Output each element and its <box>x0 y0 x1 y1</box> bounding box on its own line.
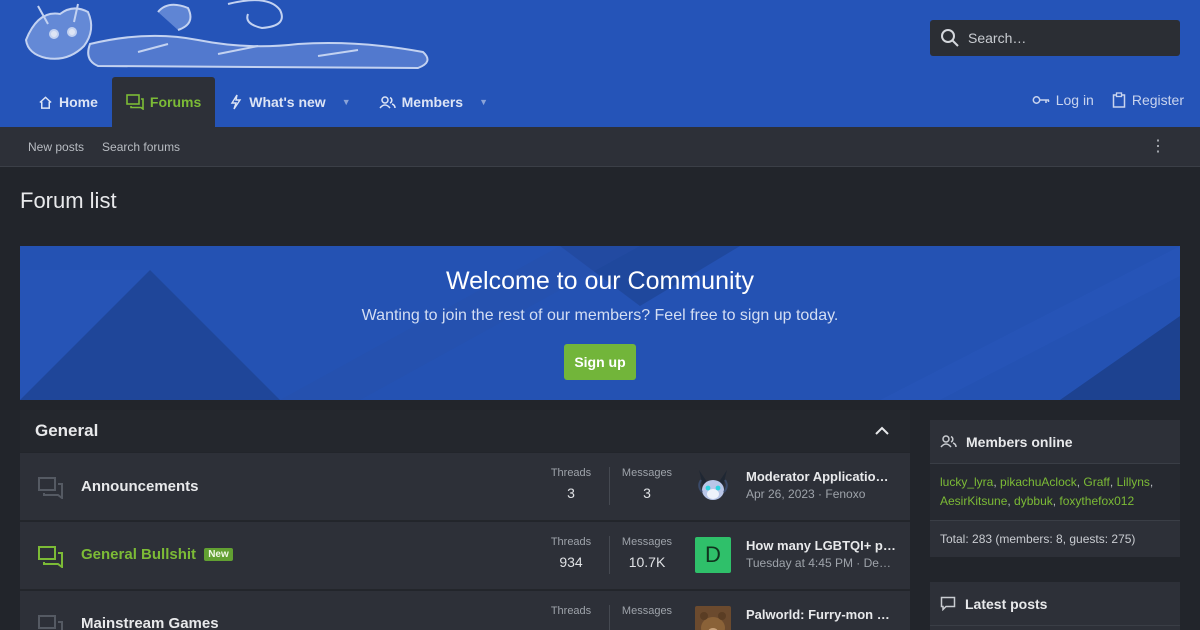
member-link[interactable]: dybbuk <box>1014 494 1053 508</box>
member-link[interactable]: Graff <box>1083 475 1109 489</box>
messages-stat: Messages 10.7K <box>612 536 682 570</box>
avatar[interactable] <box>695 468 731 504</box>
forum-read-icon <box>38 477 63 499</box>
online-members-list: lucky_lyra, pikachuAclock, Graff, Lillyn… <box>930 464 1180 520</box>
threads-stat: Threads 934 <box>536 536 606 570</box>
member-link[interactable]: AesirKitsune <box>940 494 1007 508</box>
login-link[interactable]: Log in <box>1032 92 1094 108</box>
last-post-meta: Tuesday at 4:45 PM · De… <box>746 556 891 570</box>
search-forums-link[interactable]: Search forums <box>102 140 180 154</box>
nav-tab-forums[interactable]: Forums <box>111 77 216 127</box>
forum-row: Mainstream Games Threads Messages Palwor… <box>20 591 910 630</box>
forum-title[interactable]: Announcements <box>81 478 199 495</box>
forums-icon <box>126 94 144 110</box>
member-link[interactable]: Lillyns <box>1117 475 1150 489</box>
messages-label: Messages <box>621 605 673 617</box>
avatar[interactable]: D <box>695 537 731 573</box>
messages-count: 10.7K <box>628 554 666 570</box>
login-label: Log in <box>1055 92 1094 108</box>
register-label: Register <box>1131 92 1184 108</box>
members-total: Total: 283 (members: 8, guests: 275) <box>930 520 1180 557</box>
welcome-title: Welcome to our Community <box>446 267 754 295</box>
forum-title[interactable]: Mainstream Games <box>81 615 219 630</box>
nav-tab-members[interactable]: Members ▼ <box>365 77 502 127</box>
latest-posts-block: Latest posts <box>930 582 1180 630</box>
forum-row: General Bullshit New Threads 934 Message… <box>20 522 910 590</box>
members-online-block: Members online lucky_lyra, pikachuAclock… <box>930 420 1180 557</box>
more-options-icon[interactable]: ⋮ <box>1150 137 1166 157</box>
chevron-down-icon[interactable]: ▼ <box>342 97 351 107</box>
last-post-title[interactable]: Moderator Application… <box>746 469 896 484</box>
welcome-banner: Welcome to our Community Wanting to join… <box>20 246 1180 400</box>
messages-count: 3 <box>643 485 651 501</box>
threads-count: 3 <box>567 485 575 501</box>
chevron-down-icon[interactable]: ▼ <box>479 97 488 107</box>
main-nav: Home Forums What's new ▼ Members ▼ <box>24 77 502 127</box>
messages-stat: Messages <box>612 605 682 623</box>
messages-stat: Messages 3 <box>612 467 682 501</box>
stat-divider <box>609 605 610 630</box>
new-badge: New <box>204 548 233 561</box>
new-posts-link[interactable]: New posts <box>28 140 84 154</box>
category-title[interactable]: General <box>35 421 98 441</box>
member-link[interactable]: pikachuAclock <box>1000 475 1077 489</box>
members-online-header: Members online <box>930 420 1180 464</box>
nav-tab-whats-new-label: What's new <box>249 94 326 110</box>
last-post-title[interactable]: How many LGBTQI+ p… <box>746 538 896 553</box>
members-online-title[interactable]: Members online <box>966 434 1073 450</box>
site-logo-banner[interactable] <box>18 0 438 72</box>
forum-title-row[interactable]: General Bullshit New <box>81 546 233 563</box>
stat-divider <box>609 467 610 505</box>
last-post-title[interactable]: Palworld: Furry-mon … <box>746 607 896 622</box>
messages-label: Messages <box>621 467 673 479</box>
forum-row: Announcements Threads 3 Messages 3 Moder… <box>20 453 910 521</box>
page-title: Forum list <box>20 188 117 213</box>
comment-icon <box>940 596 956 611</box>
last-post-meta: Apr 26, 2023 · Fenoxo <box>746 487 866 501</box>
forum-unread-icon <box>38 546 63 568</box>
sign-up-button[interactable]: Sign up <box>564 344 636 380</box>
nav-tab-home[interactable]: Home <box>24 77 112 127</box>
members-icon <box>940 435 957 448</box>
nav-tab-forums-label: Forums <box>149 94 202 110</box>
threads-stat: Threads 3 <box>536 467 606 501</box>
threads-label: Threads <box>550 536 592 548</box>
nav-tab-members-label: Members <box>401 94 464 110</box>
messages-label: Messages <box>621 536 673 548</box>
search-icon <box>941 29 959 47</box>
chevron-up-icon[interactable] <box>872 421 892 441</box>
forum-title[interactable]: General Bullshit <box>81 546 196 563</box>
register-link[interactable]: Register <box>1112 92 1184 108</box>
search-input[interactable] <box>968 30 1168 46</box>
threads-label: Threads <box>550 605 592 617</box>
account-nav: Log in Register <box>1032 77 1184 123</box>
avatar[interactable] <box>695 606 731 630</box>
clipboard-icon <box>1112 92 1126 108</box>
sub-nav: New posts Search forums ⋮ <box>0 127 1200 167</box>
key-icon <box>1032 96 1049 104</box>
threads-count: 934 <box>559 554 583 570</box>
home-icon <box>39 95 52 109</box>
stat-divider <box>609 536 610 574</box>
search-box[interactable] <box>930 20 1180 56</box>
threads-stat: Threads <box>536 605 606 623</box>
latest-posts-title[interactable]: Latest posts <box>965 596 1047 612</box>
forum-read-icon <box>38 615 63 630</box>
members-icon <box>379 95 396 109</box>
threads-label: Threads <box>550 467 592 479</box>
nav-tab-home-label: Home <box>59 94 98 110</box>
latest-posts-header: Latest posts <box>930 582 1180 626</box>
member-link[interactable]: lucky_lyra <box>940 475 993 489</box>
welcome-text: Wanting to join the rest of our members?… <box>361 307 839 324</box>
bolt-icon <box>230 94 242 110</box>
category-header: General <box>20 410 910 452</box>
nav-tab-whats-new[interactable]: What's new ▼ <box>215 77 364 127</box>
member-link[interactable]: foxythefox012 <box>1059 494 1134 508</box>
